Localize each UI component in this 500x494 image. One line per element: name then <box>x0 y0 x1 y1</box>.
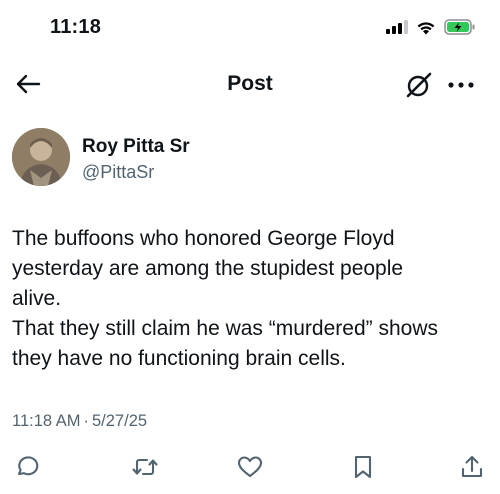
post-text-line: they have no functioning brain cells. <box>12 347 346 370</box>
post-text-line: The buffoons who honored George Floyd <box>12 227 395 250</box>
grok-button[interactable] <box>404 70 434 100</box>
share-icon <box>461 455 483 478</box>
bookmark-button[interactable] <box>348 452 378 482</box>
repost-icon <box>132 458 158 476</box>
like-button[interactable] <box>235 452 265 482</box>
status-icons <box>386 19 476 40</box>
post-time: 11:18 AM <box>12 412 81 430</box>
reply-icon <box>17 456 39 476</box>
author-name[interactable]: Roy Pitta Sr <box>82 136 190 158</box>
battery-charging-icon <box>444 19 476 40</box>
share-button[interactable] <box>457 452 487 482</box>
post-text-line: alive. <box>12 287 62 310</box>
avatar[interactable] <box>12 128 70 186</box>
reply-button[interactable] <box>12 452 42 482</box>
more-icon <box>448 82 474 88</box>
post-timestamp: 11:18 AM · 5/27/25 <box>12 412 147 431</box>
more-button[interactable] <box>444 72 478 98</box>
repost-button[interactable] <box>130 452 160 482</box>
post-text-line: yesterday are among the stupidest people <box>12 257 404 280</box>
like-icon <box>237 456 263 478</box>
post-text-line: That they still claim he was “murdered” … <box>12 317 438 340</box>
bookmark-icon <box>354 455 372 479</box>
action-bar <box>0 452 500 484</box>
post-date: 5/27/25 <box>92 412 148 430</box>
timestamp-separator: · <box>83 412 90 430</box>
signal-icon <box>386 20 408 39</box>
grok-icon <box>406 72 432 98</box>
post-screen: 11:18 Post Roy Pitta Sr @PittaSr The buf… <box>0 0 500 494</box>
wifi-icon <box>416 20 436 40</box>
status-time: 11:18 <box>50 16 102 38</box>
post-text: The buffoons who honored George Floyd ye… <box>12 224 492 374</box>
author-handle[interactable]: @PittaSr <box>82 162 154 183</box>
